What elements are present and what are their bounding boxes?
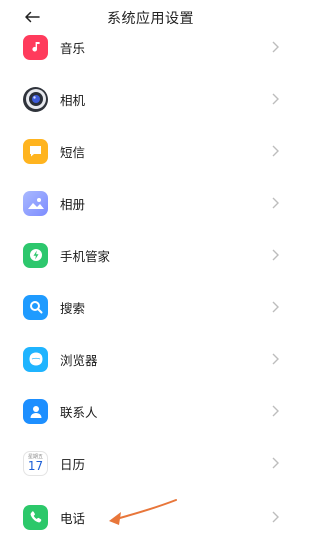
orange-arrow-icon bbox=[109, 499, 177, 525]
